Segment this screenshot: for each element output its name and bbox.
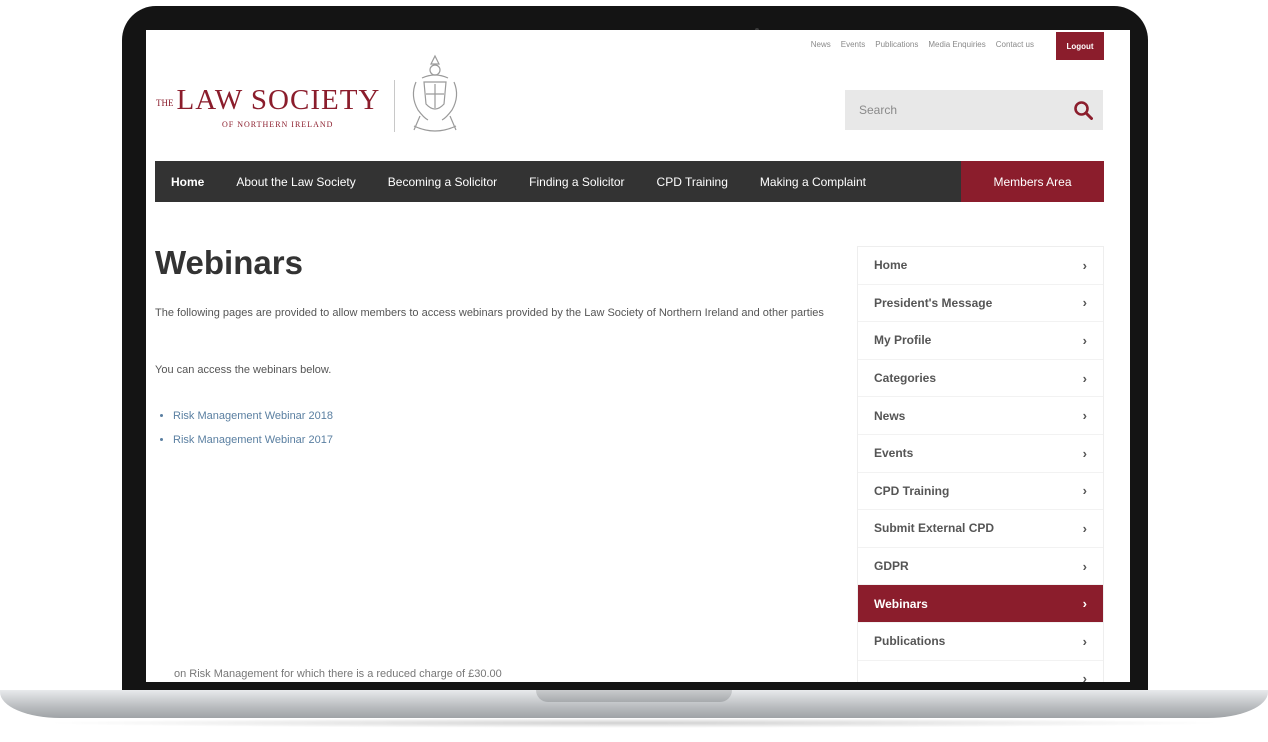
search-input[interactable] xyxy=(845,90,1083,130)
sidebar-item-label: Publications xyxy=(874,634,946,649)
chevron-right-icon: › xyxy=(1082,596,1087,612)
nav-about[interactable]: About the Law Society xyxy=(220,161,371,202)
sidebar-item-partial[interactable]: › xyxy=(858,661,1103,682)
page-title: Webinars xyxy=(155,244,303,281)
utility-link-publications[interactable]: Publications xyxy=(875,40,918,49)
main-nav: Home About the Law Society Becoming a So… xyxy=(155,161,1104,202)
logo-name: LAW SOCIETY xyxy=(176,84,381,116)
laptop-notch xyxy=(536,690,732,702)
nav-members-area[interactable]: Members Area xyxy=(961,161,1104,202)
logout-button[interactable]: Logout xyxy=(1056,32,1104,60)
sidebar-item-events[interactable]: Events › xyxy=(858,435,1103,473)
chevron-right-icon: › xyxy=(1082,332,1087,348)
chevron-right-icon: › xyxy=(1082,257,1087,273)
utility-link-media-enquiries[interactable]: Media Enquiries xyxy=(928,40,985,49)
sidebar-item-label: Home xyxy=(874,258,908,273)
nav-finding-solicitor[interactable]: Finding a Solicitor xyxy=(513,161,640,202)
logo-subtitle: OF NORTHERN IRELAND xyxy=(222,120,334,129)
sidebar-item-label: GDPR xyxy=(874,559,909,574)
nav-home[interactable]: Home xyxy=(155,161,220,202)
webinar-link-2017[interactable]: Risk Management Webinar 2017 xyxy=(173,428,333,452)
chevron-right-icon: › xyxy=(1082,558,1087,574)
sidebar-item-home[interactable]: Home › xyxy=(858,247,1103,285)
chevron-right-icon: › xyxy=(1082,633,1087,649)
sidebar-item-cpd-training[interactable]: CPD Training › xyxy=(858,473,1103,511)
chevron-right-icon: › xyxy=(1082,520,1087,536)
sidebar-item-publications[interactable]: Publications › xyxy=(858,623,1103,661)
sidebar-item-webinars[interactable]: Webinars › xyxy=(858,585,1103,623)
nav-becoming-solicitor[interactable]: Becoming a Solicitor xyxy=(372,161,513,202)
sidebar-item-label: President's Message xyxy=(874,295,993,310)
logo-prefix: THE xyxy=(156,98,174,108)
sidebar-item-gdpr[interactable]: GDPR › xyxy=(858,548,1103,586)
utility-link-news[interactable]: News xyxy=(811,40,831,49)
utility-link-contact-us[interactable]: Contact us xyxy=(996,40,1034,49)
sidebar-item-my-profile[interactable]: My Profile › xyxy=(858,322,1103,360)
nav-cpd-training[interactable]: CPD Training xyxy=(641,161,744,202)
chevron-right-icon: › xyxy=(1082,295,1087,311)
logo-divider xyxy=(394,80,395,132)
laptop-shadow xyxy=(40,718,1228,728)
sidebar-item-label: My Profile xyxy=(874,333,932,348)
search-box xyxy=(845,90,1103,130)
sidebar-item-submit-external-cpd[interactable]: Submit External CPD › xyxy=(858,510,1103,548)
chevron-right-icon: › xyxy=(1082,671,1087,682)
sidebar-item-label: News xyxy=(874,408,906,423)
sidebar-item-label: Webinars xyxy=(874,596,928,611)
sidebar-item-label: Categories xyxy=(874,371,937,386)
webinar-list: Risk Management Webinar 2018 Risk Manage… xyxy=(155,404,333,452)
partial-text: on Risk Management for which there is a … xyxy=(174,668,502,680)
chevron-right-icon: › xyxy=(1082,483,1087,499)
sidebar-item-presidents-message[interactable]: President's Message › xyxy=(858,285,1103,323)
sidebar-item-label: Submit External CPD xyxy=(874,521,995,536)
sidebar-menu: Home › President's Message › My Profile › C… xyxy=(857,246,1104,682)
utility-links: News Events Publications Media Enquiries… xyxy=(811,40,1034,49)
chevron-right-icon: › xyxy=(1082,370,1087,386)
sidebar-item-label: CPD Training xyxy=(874,483,950,498)
crest-icon xyxy=(412,54,458,132)
sidebar-item-news[interactable]: News › xyxy=(858,397,1103,435)
intro-text: The following pages are provided to allo… xyxy=(155,307,824,319)
site-logo[interactable]: THE LAW SOCIETY OF NORTHERN IRELAND xyxy=(156,84,381,130)
utility-link-events[interactable]: Events xyxy=(841,40,865,49)
sidebar-item-categories[interactable]: Categories › xyxy=(858,360,1103,398)
chevron-right-icon: › xyxy=(1082,408,1087,424)
access-text: You can access the webinars below. xyxy=(155,364,332,376)
webinar-link-2018[interactable]: Risk Management Webinar 2018 xyxy=(173,404,333,428)
nav-making-complaint[interactable]: Making a Complaint xyxy=(744,161,882,202)
sidebar-item-label: Events xyxy=(874,446,914,461)
chevron-right-icon: › xyxy=(1082,445,1087,461)
browser-viewport: News Events Publications Media Enquiries… xyxy=(146,30,1130,682)
search-icon[interactable] xyxy=(1073,100,1093,120)
